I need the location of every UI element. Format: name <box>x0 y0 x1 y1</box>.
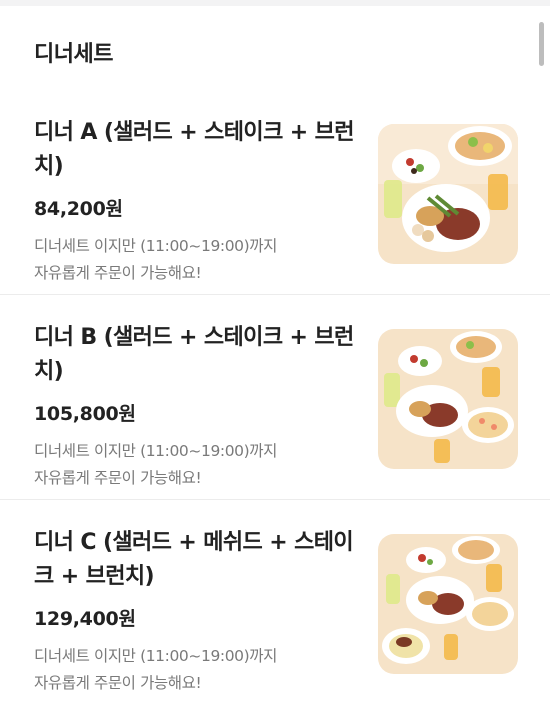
menu-item-dinner-b[interactable]: 디너 B (샐러드 + 스테이크 + 브런치) 105,800원 디너세트 이지… <box>0 295 550 500</box>
menu-item-name: 디너 B (샐러드 + 스테이크 + 브런치) <box>34 325 354 384</box>
menu-item-info: 디너 B (샐러드 + 스테이크 + 브런치) 105,800원 디너세트 이지… <box>34 321 354 492</box>
menu-item-dinner-c[interactable]: 디너 C (샐러드 + 메쉬드 + 스테이크 + 브런치) 129,400원 디… <box>0 500 550 704</box>
scrollbar-thumb[interactable] <box>539 22 544 66</box>
menu-item-price: 129,400원 <box>34 608 136 630</box>
menu-list: 디너 A (샐러드 + 스테이크 + 브런치) 84,200원 디너세트 이지만… <box>0 90 550 704</box>
food-platter-photo[interactable] <box>378 329 518 469</box>
menu-item-description: 디너세트 이지만 (11:00~19:00)까지 자유롭게 주문이 가능해요! <box>34 643 354 697</box>
menu-item-info: 디너 A (샐러드 + 스테이크 + 브런치) 84,200원 디너세트 이지만… <box>34 116 355 287</box>
description-line: 디너세트 이지만 (11:00~19:00)까지 <box>34 442 278 460</box>
menu-item-description: 디너세트 이지만 (11:00~19:00)까지 자유롭게 주문이 가능해요! <box>34 438 354 492</box>
description-line: 디너세트 이지만 (11:00~19:00)까지 <box>34 647 278 665</box>
menu-item-description: 디너세트 이지만 (11:00~19:00)까지 자유롭게 주문이 가능해요! <box>34 233 354 287</box>
description-line: 자유롭게 주문이 가능해요! <box>34 264 202 282</box>
menu-item-info: 디너 C (샐러드 + 메쉬드 + 스테이크 + 브런치) 129,400원 디… <box>34 526 354 697</box>
menu-item-name: 디너 A (샐러드 + 스테이크 + 브런치) <box>34 120 355 179</box>
food-platter-photo[interactable] <box>378 534 518 674</box>
menu-item-price: 105,800원 <box>34 403 136 425</box>
top-status-strip <box>0 0 550 6</box>
menu-item-name: 디너 C (샐러드 + 메쉬드 + 스테이크 + 브런치) <box>34 530 354 589</box>
section-title: 디너세트 <box>34 42 113 67</box>
description-line: 자유롭게 주문이 가능해요! <box>34 469 202 487</box>
description-line: 디너세트 이지만 (11:00~19:00)까지 <box>34 237 278 255</box>
menu-item-price: 84,200원 <box>34 198 123 220</box>
menu-item-dinner-a[interactable]: 디너 A (샐러드 + 스테이크 + 브런치) 84,200원 디너세트 이지만… <box>0 90 550 295</box>
description-line: 자유롭게 주문이 가능해요! <box>34 674 202 692</box>
food-platter-photo[interactable] <box>378 124 518 264</box>
